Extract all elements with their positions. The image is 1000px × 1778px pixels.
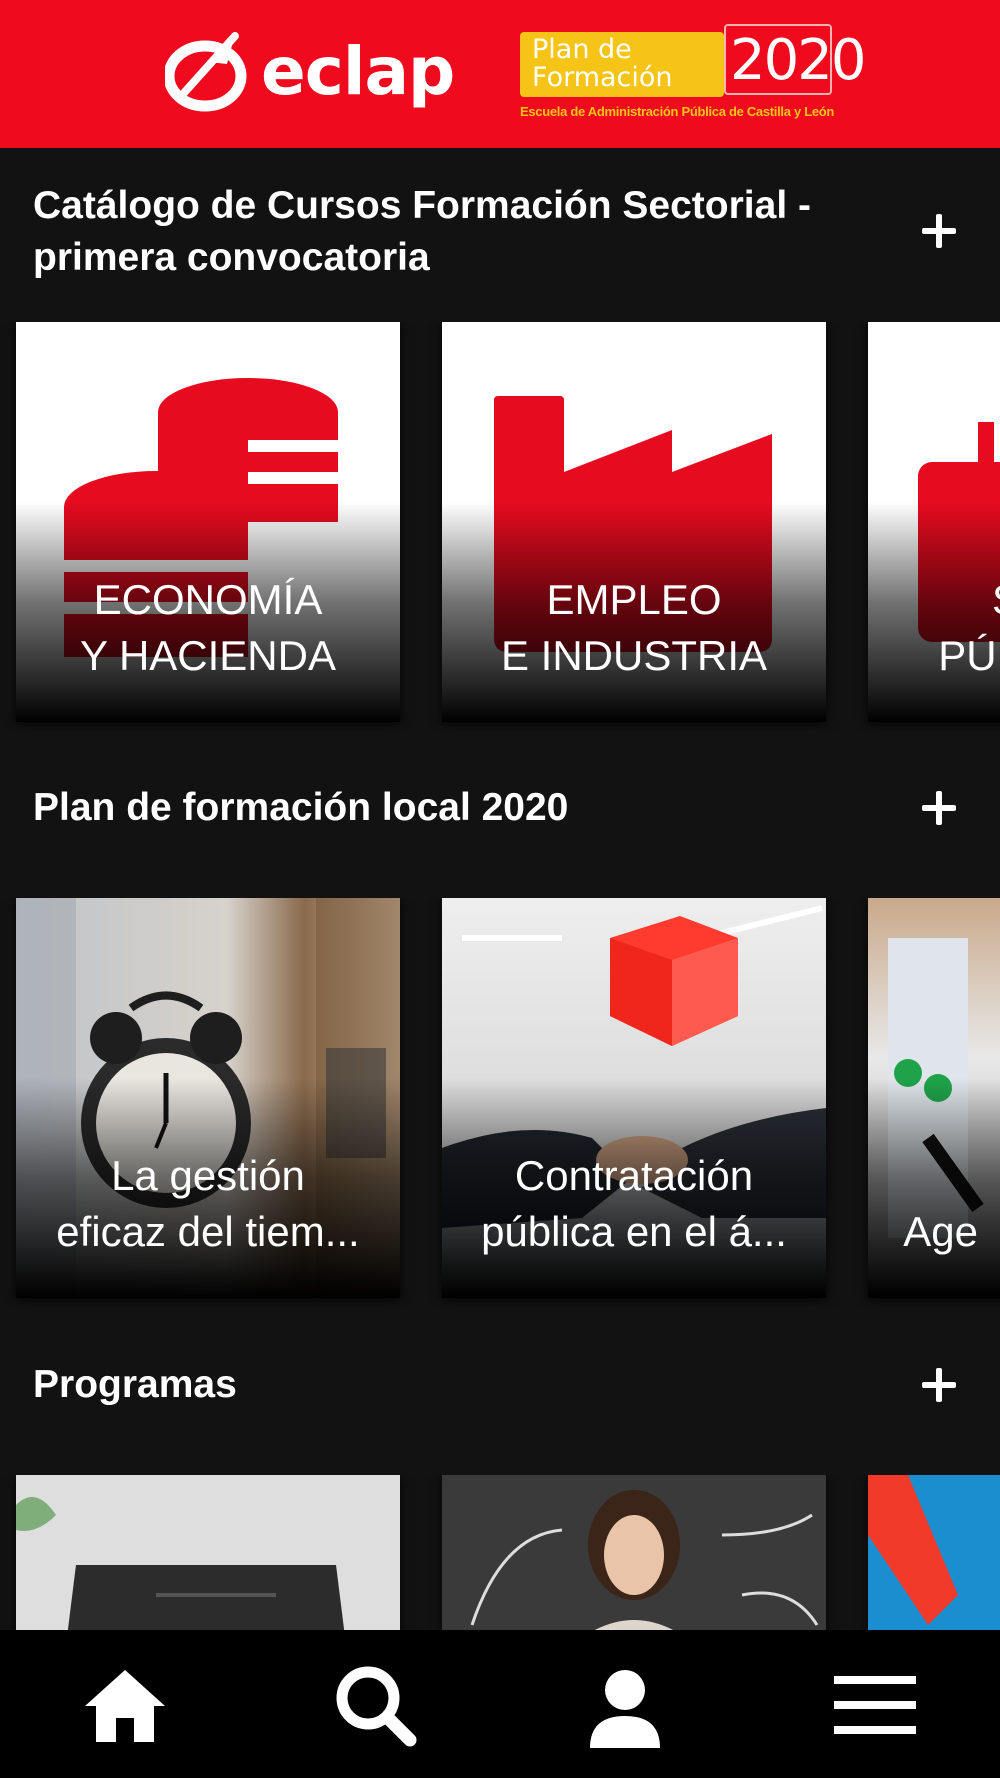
course-card-empleo[interactable]: EMPLEO E INDUSTRIA bbox=[442, 322, 826, 722]
plan-year: 2020 bbox=[730, 28, 867, 93]
plan-subtitle: Escuela de Administración Pública de Cas… bbox=[520, 104, 835, 119]
course-card-economia[interactable]: ECONOMÍA Y HACIENDA bbox=[16, 322, 400, 722]
section-title-plan-local[interactable]: Plan de formación local 2020 bbox=[33, 782, 568, 834]
plan-line-1: Plan de bbox=[532, 34, 632, 65]
woman-arrows-photo bbox=[470, 1490, 819, 1630]
card-label-line-2: E INDUSTRIA bbox=[500, 632, 768, 679]
card-label-line-1: La gestión bbox=[111, 1152, 305, 1199]
card-label-line-2: Y HACIENDA bbox=[80, 632, 336, 679]
card-label: Age bbox=[868, 1204, 978, 1260]
expand-plan-local-plus-icon[interactable] bbox=[918, 787, 960, 829]
program-card-decisiones[interactable] bbox=[442, 1475, 826, 1630]
card-label: EMPLEO E INDUSTRIA bbox=[442, 572, 826, 684]
profile-icon[interactable] bbox=[580, 1660, 670, 1750]
logo-text: eclap bbox=[261, 33, 455, 110]
card-gradient bbox=[868, 1078, 1000, 1298]
course-card-gestion-tiempo[interactable]: La gestión eficaz del tiem... bbox=[16, 898, 400, 1298]
menu-icon[interactable] bbox=[830, 1660, 920, 1750]
catalogo-carousel[interactable]: ECONOMÍA Y HACIENDA EMPLEO E INDUSTRIA S… bbox=[0, 322, 1000, 732]
card-label-line-1: EMPLEO bbox=[546, 576, 722, 623]
card-label-line-2: pública en el á... bbox=[481, 1208, 787, 1255]
section-title-programas[interactable]: Programas bbox=[33, 1359, 237, 1411]
search-icon[interactable] bbox=[330, 1660, 420, 1750]
card-label-line-2: PÚBL bbox=[938, 632, 1000, 679]
plan-formacion-badge: Plan de Formación 2020 Escuela de Admini… bbox=[519, 24, 867, 124]
expand-programas-plus-icon[interactable] bbox=[918, 1364, 960, 1406]
card-label: SE PÚBL bbox=[868, 572, 1000, 684]
program-card-papel[interactable] bbox=[868, 1475, 1000, 1630]
course-card-contratacion[interactable]: Contratación pública en el á... bbox=[442, 898, 826, 1298]
section-title-catalogo[interactable]: Catálogo de Cursos Formación Sectorial -… bbox=[33, 180, 811, 284]
plan-line-2: Formación bbox=[532, 62, 673, 93]
eclap-logo-mark-icon bbox=[165, 32, 247, 112]
home-icon[interactable] bbox=[80, 1660, 170, 1750]
card-label: ECONOMÍA Y HACIENDA bbox=[16, 572, 400, 684]
course-card-servicios[interactable]: SE PÚBL bbox=[868, 322, 1000, 722]
plan-badge-box: Plan de Formación bbox=[520, 32, 724, 97]
card-label-line-1: Contratación bbox=[514, 1152, 754, 1199]
bottom-tab-bar bbox=[0, 1630, 1000, 1778]
card-label-line-1: Age bbox=[903, 1208, 978, 1255]
section-title-line-2: primera convocatoria bbox=[33, 236, 430, 279]
expand-catalogo-plus-icon[interactable] bbox=[918, 210, 960, 252]
app-header: eclap Plan de Formación 2020 Escuela de … bbox=[0, 0, 1000, 148]
program-card-laptop[interactable] bbox=[16, 1475, 400, 1630]
card-label: Contratación pública en el á... bbox=[442, 1148, 826, 1260]
course-card-agenda[interactable]: Age bbox=[868, 898, 1000, 1298]
card-label-line-1: ECONOMÍA bbox=[93, 576, 323, 623]
card-label-line-1: SE bbox=[868, 572, 1000, 628]
laptop-photo bbox=[16, 1497, 345, 1630]
card-label: La gestión eficaz del tiem... bbox=[16, 1148, 400, 1260]
plan-local-carousel[interactable]: La gestión eficaz del tiem... Contrataci… bbox=[0, 898, 1000, 1308]
plan-year-box: 2020 bbox=[724, 24, 867, 95]
section-title-line-1: Catálogo de Cursos Formación Sectorial - bbox=[33, 184, 811, 227]
card-label-line-2: eficaz del tiem... bbox=[56, 1208, 360, 1255]
red-paper-photo bbox=[868, 1475, 958, 1625]
programas-carousel[interactable] bbox=[0, 1475, 1000, 1630]
eclap-logo[interactable]: eclap bbox=[165, 30, 485, 114]
